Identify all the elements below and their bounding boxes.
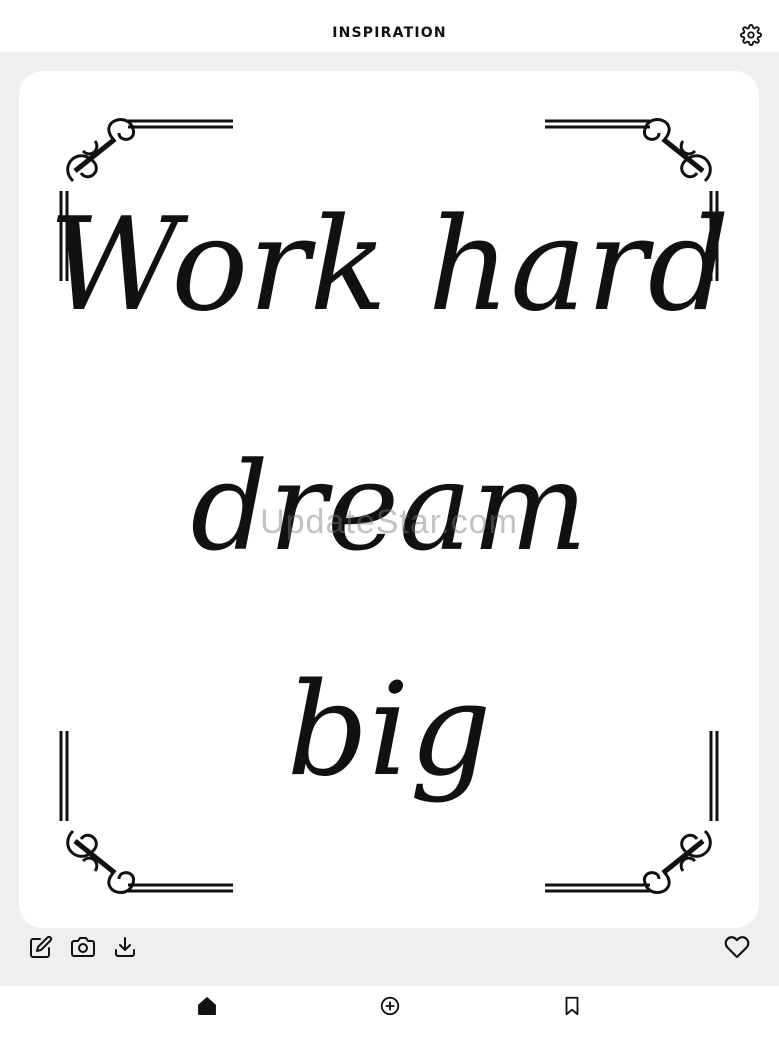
top-bar: INSPIRATION [0, 0, 779, 52]
quote-line-1: Work hard [48, 191, 730, 340]
watermark: UpdateStar.com [260, 503, 518, 541]
add-circle-icon[interactable] [379, 995, 401, 1017]
home-icon[interactable] [196, 995, 218, 1017]
gear-icon[interactable] [740, 24, 762, 46]
bookmark-icon[interactable] [561, 995, 583, 1017]
heart-icon[interactable] [724, 934, 750, 960]
download-icon[interactable] [113, 935, 139, 961]
page-title: INSPIRATION [332, 25, 447, 41]
quote-card[interactable]: Work hard dream big UpdateStar.com [19, 71, 759, 928]
edit-icon[interactable] [29, 935, 55, 961]
bottom-navigation [0, 986, 779, 1040]
action-bar [0, 928, 779, 986]
quote-line-3: big [286, 656, 492, 805]
camera-icon[interactable] [71, 935, 97, 961]
